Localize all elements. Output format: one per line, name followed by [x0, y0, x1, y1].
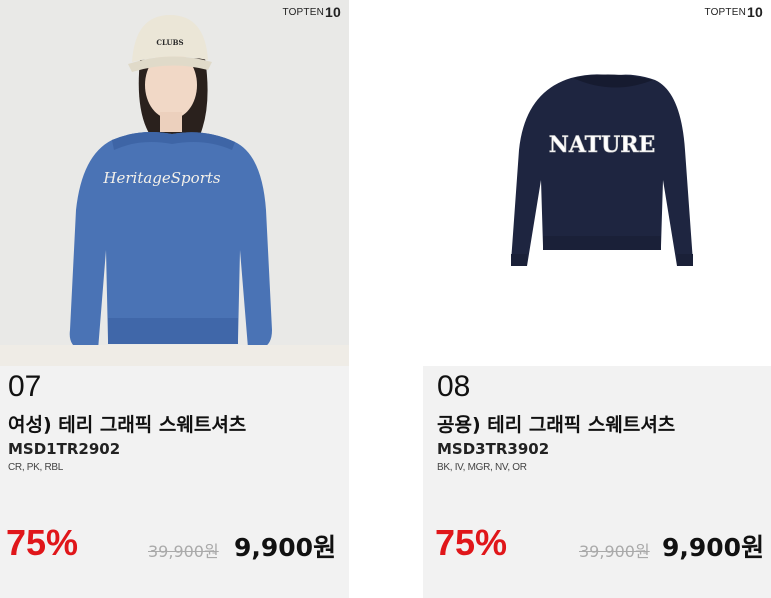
brand-logo-mark: 10 — [747, 4, 763, 20]
product-code: MSD3TR3902 — [437, 440, 550, 458]
brand-logo-text: TOPTEN — [282, 7, 325, 18]
discount-rate: 75% — [435, 522, 508, 563]
product-image-07[interactable]: CLUBS HeritageSports TOPTEN 10 — [0, 0, 349, 366]
rank-number: 07 — [8, 370, 42, 403]
original-price: 39,900원 — [579, 542, 650, 561]
brand-logo: TOPTEN 10 — [282, 4, 341, 20]
product-card-07[interactable]: CLUBS HeritageSports TOPTEN 10 07 여성) 테리 … — [0, 0, 349, 598]
brand-logo-mark: 10 — [325, 4, 341, 20]
sale-price: 9,900원 — [234, 533, 337, 562]
navy-sweatshirt-illustration: NATURE — [423, 0, 771, 366]
rank-number: 08 — [437, 370, 471, 403]
product-image-08[interactable]: NATURE TOPTEN 10 — [423, 0, 771, 366]
cap-print: CLUBS — [156, 38, 183, 47]
color-options: BK, IV, MGR, NV, OR — [437, 462, 527, 473]
product-code: MSD1TR2902 — [8, 440, 121, 458]
product-name[interactable]: 공용) 테리 그래픽 스웨트셔츠 — [437, 410, 675, 437]
model-sweatshirt-illustration: CLUBS HeritageSports — [0, 0, 349, 366]
product-name[interactable]: 여성) 테리 그래픽 스웨트셔츠 — [8, 410, 246, 437]
color-options: CR, PK, RBL — [8, 462, 64, 473]
sweatshirt-print: HeritageSports — [102, 169, 220, 187]
product-card-08[interactable]: NATURE TOPTEN 10 08 공용) 테리 그래픽 스웨트셔츠 MSD3… — [423, 0, 771, 598]
brand-logo-text: TOPTEN — [704, 7, 747, 18]
original-price: 39,900원 — [148, 542, 219, 561]
sale-price: 9,900원 — [662, 533, 765, 562]
sweatshirt-print: NATURE — [549, 132, 656, 158]
brand-logo: TOPTEN 10 — [704, 4, 763, 20]
discount-rate: 75% — [6, 522, 79, 563]
